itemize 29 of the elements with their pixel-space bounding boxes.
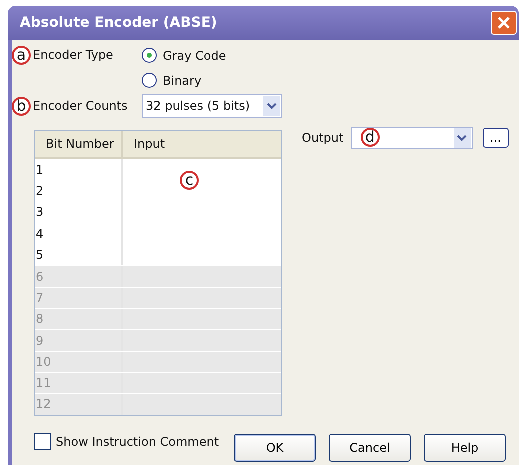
- radio-button[interactable]: [142, 73, 157, 88]
- callout-marker: d: [360, 128, 380, 147]
- radio-button[interactable]: [142, 48, 157, 63]
- dropdown[interactable]: 32 pulses (5 bits): [142, 94, 282, 118]
- checkbox[interactable]: [34, 433, 51, 450]
- table-cell: 2: [35, 180, 123, 202]
- radio-label[interactable]: Binary: [163, 74, 202, 88]
- column-header[interactable]: Bit Number: [35, 131, 123, 157]
- table-cell: 3: [35, 202, 123, 223]
- close-button[interactable]: [491, 11, 517, 35]
- field-label: Encoder Type: [33, 48, 114, 62]
- checkbox-label[interactable]: Show Instruction Comment: [56, 434, 220, 449]
- table-cell: 1: [35, 159, 123, 180]
- field-label: Output: [302, 131, 344, 145]
- column-header[interactable]: Input: [123, 131, 166, 157]
- table-cell: 4: [35, 222, 123, 244]
- browse-button[interactable]: ...: [482, 128, 509, 148]
- dropdown[interactable]: d: [350, 127, 473, 149]
- dialog-button[interactable]: Help: [424, 434, 506, 462]
- table-cell: 12: [35, 394, 123, 415]
- field-label: Encoder Counts: [33, 99, 128, 113]
- radio-label[interactable]: Gray Code: [163, 48, 226, 62]
- dialog-button[interactable]: Cancel: [329, 434, 411, 462]
- callout-marker: a: [12, 46, 31, 64]
- close-icon: [497, 16, 511, 30]
- callout-marker: c: [180, 171, 199, 190]
- dialog-button[interactable]: OK: [234, 434, 316, 462]
- callout-marker: b: [12, 96, 31, 116]
- window-title: Absolute Encoder (ABSE): [20, 15, 218, 31]
